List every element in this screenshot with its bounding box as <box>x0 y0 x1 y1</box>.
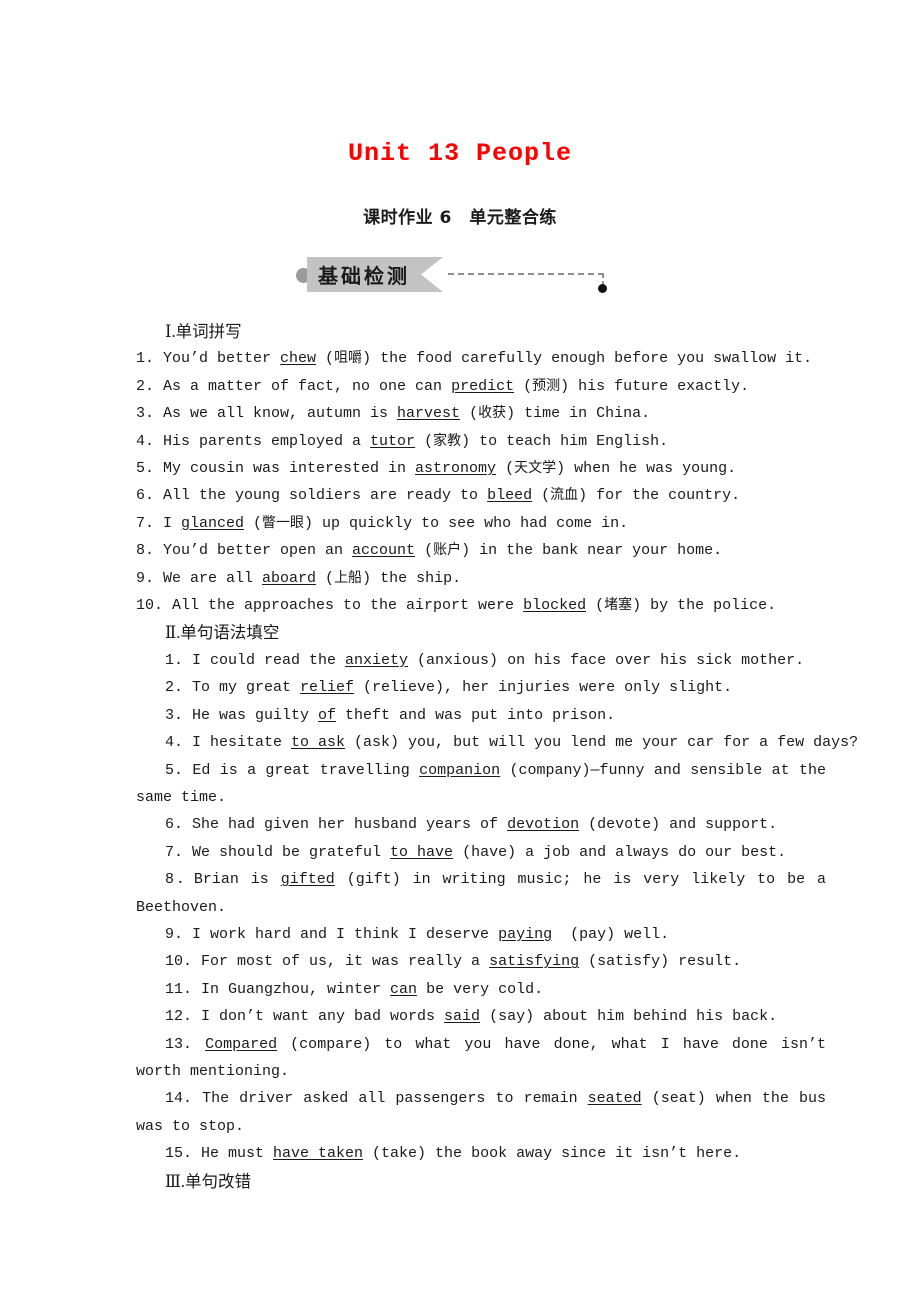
section-heading-1: Ⅰ.单词拼写 <box>165 322 242 341</box>
exercise-item: 13. Compared (compare) to what you have … <box>136 1035 826 1080</box>
assignment-subtitle: 课时作业 6 单元整合练 <box>363 208 557 228</box>
exercise-item: 5. Ed is a great travelling companion (c… <box>136 761 826 806</box>
exercise-content: Ⅰ.单词拼写 1. You’d better chew (咀嚼) the foo… <box>136 318 859 1195</box>
exercise-item: 7. I glanced (瞥一眼) up quickly to see who… <box>136 514 629 532</box>
exercise-item: 2. As a matter of fact, no one can predi… <box>136 377 750 395</box>
document-page: Unit 13 People 课时作业 6 单元整合练 基础检测 Ⅰ.单词拼写 … <box>0 0 920 1302</box>
exercise-item: 12. I don’t want any bad words said (say… <box>165 1008 778 1026</box>
page-title: Unit 13 People <box>347 139 573 168</box>
exercise-item: 10. For most of us, it was really a sati… <box>165 953 742 971</box>
section-banner: 基础检测 <box>296 256 626 298</box>
exercise-item: 3. He was guilty of theft and was put in… <box>165 706 616 724</box>
exercise-item: 1. I could read the anxiety (anxious) on… <box>165 651 805 669</box>
exercise-item: 15. He must have taken (take) the book a… <box>165 1145 742 1163</box>
exercise-item: 8．Brian is gifted (gift) in writing musi… <box>136 871 827 916</box>
exercise-item: 4. I hesitate to ask (ask) you, but will… <box>165 734 859 752</box>
exercise-item: 9. I work hard and I think I deserve pay… <box>165 925 670 943</box>
section-heading-3: Ⅲ.单句改错 <box>165 1171 252 1191</box>
section-heading-2: Ⅱ.单句语法填空 <box>165 623 280 643</box>
exercise-item: 9. We are all aboard (上船) the ship. <box>136 569 462 587</box>
exercise-item: 8. You’d better open an account (账户) in … <box>136 542 723 560</box>
banner-end-dot-icon <box>598 284 607 293</box>
exercise-item: 14. The driver asked all passengers to r… <box>136 1090 826 1135</box>
exercise-item: 3. As we all know, autumn is harvest (收获… <box>136 405 651 423</box>
exercise-item: 11. In Guangzhou, winter can be very col… <box>165 980 544 998</box>
exercise-item: 4. His parents employed a tutor (家教) to … <box>136 432 669 450</box>
exercise-item: 1. You’d better chew (咀嚼) the food caref… <box>136 350 813 368</box>
banner-dashed-line <box>448 273 604 275</box>
banner-label: 基础检测 <box>318 264 410 288</box>
exercise-item: 10. All the approaches to the airport we… <box>136 597 777 615</box>
exercise-item: 5. My cousin was interested in astronomy… <box>136 460 737 478</box>
exercise-item: 7. We should be grateful to have (have) … <box>165 843 787 861</box>
exercise-item: 2. To my great relief (relieve), her inj… <box>165 679 733 697</box>
exercise-item: 6. She had given her husband years of de… <box>165 816 778 834</box>
exercise-item: 6. All the young soldiers are ready to b… <box>136 487 741 505</box>
